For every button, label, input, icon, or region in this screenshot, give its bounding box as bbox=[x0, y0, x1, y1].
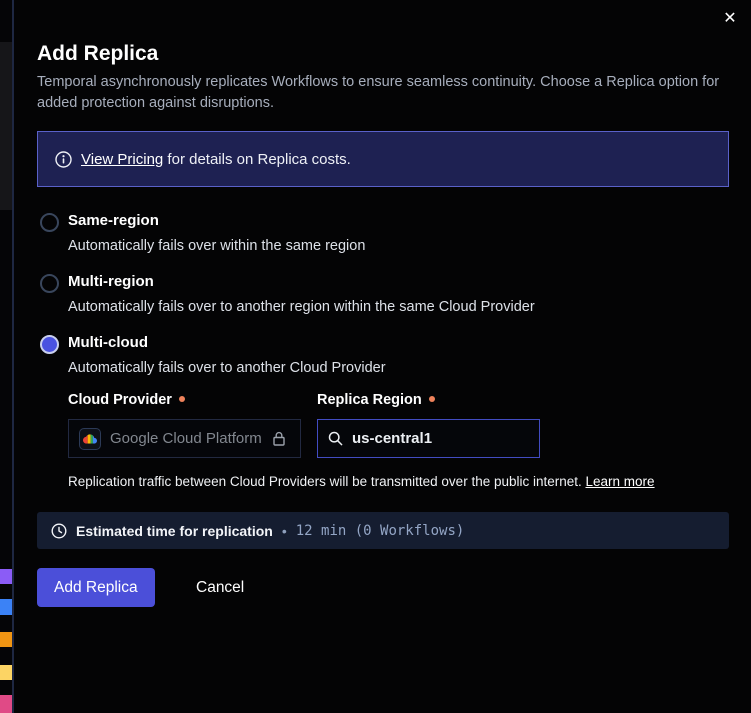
cancel-button[interactable]: Cancel bbox=[182, 568, 258, 607]
add-replica-button[interactable]: Add Replica bbox=[37, 568, 155, 607]
cloud-provider-select[interactable]: Google Cloud Platform bbox=[68, 419, 301, 458]
note-text: Replication traffic between Cloud Provid… bbox=[68, 474, 586, 489]
required-dot bbox=[179, 396, 185, 402]
option-label-multi-region[interactable]: Multi-region bbox=[68, 273, 154, 290]
option-label-same-region[interactable]: Same-region bbox=[68, 212, 159, 229]
pricing-info-banner: View Pricing for details on Replica cost… bbox=[37, 131, 729, 187]
close-icon[interactable]: ✕ bbox=[719, 8, 741, 30]
cloud-provider-label: Cloud Provider bbox=[68, 392, 185, 408]
replica-region-field bbox=[317, 419, 540, 458]
pricing-banner-text: View Pricing for details on Replica cost… bbox=[81, 151, 351, 168]
radio-same-region[interactable] bbox=[40, 213, 59, 232]
view-pricing-link[interactable]: View Pricing bbox=[81, 151, 163, 168]
radio-multi-cloud[interactable] bbox=[40, 335, 59, 354]
info-circle-icon bbox=[55, 151, 72, 168]
cloud-provider-label-text: Cloud Provider bbox=[68, 392, 172, 408]
estimate-separator: • bbox=[282, 523, 287, 539]
replica-region-label-text: Replica Region bbox=[317, 392, 422, 408]
replica-region-label: Replica Region bbox=[317, 392, 435, 408]
modal-title: Add Replica bbox=[37, 42, 158, 66]
search-icon bbox=[328, 431, 343, 446]
estimate-value: 12 min (0 Workflows) bbox=[296, 523, 465, 539]
radio-multi-region[interactable] bbox=[40, 274, 59, 293]
modal-description: Temporal asynchronously replicates Workf… bbox=[37, 72, 737, 114]
option-desc-same-region: Automatically fails over within the same… bbox=[68, 238, 365, 254]
learn-more-link[interactable]: Learn more bbox=[586, 474, 655, 489]
public-internet-note: Replication traffic between Cloud Provid… bbox=[68, 474, 655, 489]
cloud-provider-value: Google Cloud Platform bbox=[110, 430, 262, 447]
pricing-banner-rest: for details on Replica costs. bbox=[163, 151, 351, 168]
option-label-multi-cloud[interactable]: Multi-cloud bbox=[68, 334, 148, 351]
add-replica-dialog-screen: ✕ Add Replica Temporal asynchronously re… bbox=[0, 0, 751, 713]
required-dot bbox=[429, 396, 435, 402]
clock-icon bbox=[51, 523, 67, 539]
google-cloud-logo-icon bbox=[79, 428, 101, 450]
lock-icon bbox=[271, 430, 287, 447]
option-desc-multi-region: Automatically fails over to another regi… bbox=[68, 299, 535, 315]
estimate-label: Estimated time for replication bbox=[76, 523, 273, 539]
add-replica-modal: ✕ Add Replica Temporal asynchronously re… bbox=[14, 0, 751, 713]
option-desc-multi-cloud: Automatically fails over to another Clou… bbox=[68, 360, 386, 376]
estimate-banner: Estimated time for replication • 12 min … bbox=[37, 512, 729, 549]
replica-region-input[interactable] bbox=[352, 430, 553, 447]
